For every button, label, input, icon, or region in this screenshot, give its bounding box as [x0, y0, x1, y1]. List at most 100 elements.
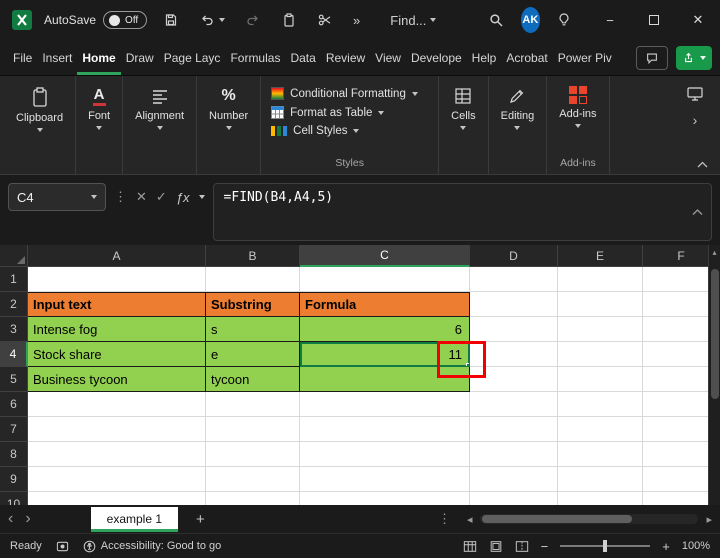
cell-E4[interactable]	[558, 342, 643, 367]
alignment-button[interactable]: Alignment	[131, 84, 188, 132]
cell-E3[interactable]	[558, 317, 643, 342]
row-header-5[interactable]: 5	[0, 367, 28, 392]
tab-help[interactable]: Help	[467, 40, 502, 75]
row-header-4[interactable]: 4	[0, 342, 28, 367]
cell-E9[interactable]	[558, 467, 643, 492]
cell-B5[interactable]: tycoon	[206, 367, 300, 392]
cell-B8[interactable]	[206, 442, 300, 467]
macro-record-button[interactable]	[56, 540, 69, 553]
clipboard-button[interactable]: Clipboard	[12, 84, 67, 134]
insert-function-button[interactable]: ƒx	[176, 190, 190, 205]
cell-D9[interactable]	[470, 467, 558, 492]
cell-A5[interactable]: Business tycoon	[28, 367, 206, 392]
excel-logo-icon[interactable]	[12, 10, 32, 30]
cell-D10[interactable]	[470, 492, 558, 505]
addins-button[interactable]: Add-ins	[555, 84, 600, 130]
analyze-data-icon[interactable]	[686, 86, 704, 102]
column-header-A[interactable]: A	[28, 245, 206, 267]
format-as-table-button[interactable]: Format as Table	[269, 103, 386, 122]
number-button[interactable]: % Number	[205, 84, 252, 132]
next-sheet-button[interactable]: ›	[25, 511, 30, 527]
prev-sheet-button[interactable]: ‹	[8, 511, 13, 527]
undo-dropdown-caret[interactable]	[219, 18, 225, 22]
cell-E2[interactable]	[558, 292, 643, 317]
autosave-toggle[interactable]: AutoSave Off	[44, 11, 147, 29]
cell-C9[interactable]	[300, 467, 470, 492]
expand-formula-bar-button[interactable]	[692, 209, 703, 216]
minimize-button[interactable]: −	[588, 0, 632, 40]
conditional-formatting-button[interactable]: Conditional Formatting	[269, 84, 420, 103]
cells-button[interactable]: Cells	[447, 84, 479, 132]
maximize-button[interactable]	[632, 0, 676, 40]
cell-B6[interactable]	[206, 392, 300, 417]
cancel-entry-button[interactable]: ✕	[136, 189, 147, 205]
tab-formulas[interactable]: Formulas	[225, 40, 285, 75]
sheet-options-icon[interactable]: ⋮	[438, 511, 459, 527]
zoom-in-button[interactable]: +	[662, 539, 670, 554]
row-header-9[interactable]: 9	[0, 467, 28, 492]
cell-E7[interactable]	[558, 417, 643, 442]
confirm-entry-button[interactable]: ✓	[156, 189, 167, 205]
collapse-ribbon-button[interactable]	[697, 161, 708, 168]
lightbulb-button[interactable]	[552, 8, 576, 32]
scroll-up-icon[interactable]: ▴	[709, 245, 720, 261]
avatar[interactable]: AK	[521, 7, 540, 33]
cell-B7[interactable]	[206, 417, 300, 442]
tab-developer[interactable]: Develope	[406, 40, 467, 75]
tab-file[interactable]: File	[8, 40, 37, 75]
row-header-6[interactable]: 6	[0, 392, 28, 417]
cell-B4[interactable]: e	[206, 342, 300, 367]
tab-power-pivot[interactable]: Power Piv	[553, 40, 617, 75]
cell-D7[interactable]	[470, 417, 558, 442]
column-header-D[interactable]: D	[470, 245, 558, 267]
vertical-scrollbar-thumb[interactable]	[711, 269, 719, 399]
cell-D3[interactable]	[470, 317, 558, 342]
cell-E1[interactable]	[558, 267, 643, 292]
paste-button[interactable]	[277, 8, 301, 32]
row-header-3[interactable]: 3	[0, 317, 28, 342]
save-button[interactable]	[159, 8, 183, 32]
cell-C8[interactable]	[300, 442, 470, 467]
tab-review[interactable]: Review	[321, 40, 370, 75]
cell-C3[interactable]: 6	[300, 317, 470, 342]
tab-data[interactable]: Data	[285, 40, 320, 75]
drag-handle-icon[interactable]: ⋮	[114, 189, 127, 205]
cell-E10[interactable]	[558, 492, 643, 505]
zoom-out-button[interactable]: −	[541, 539, 549, 554]
cell-B10[interactable]	[206, 492, 300, 505]
page-break-view-icon[interactable]	[515, 540, 529, 553]
editing-button[interactable]: Editing	[497, 84, 539, 132]
column-header-E[interactable]: E	[558, 245, 643, 267]
scroll-right-icon[interactable]: ▸	[706, 513, 712, 526]
cell-B3[interactable]: s	[206, 317, 300, 342]
horizontal-scrollbar[interactable]	[480, 514, 698, 524]
row-header-8[interactable]: 8	[0, 442, 28, 467]
tab-home[interactable]: Home	[77, 40, 120, 75]
cell-C7[interactable]	[300, 417, 470, 442]
share-button[interactable]	[676, 46, 712, 70]
name-box[interactable]: C4	[8, 183, 106, 211]
ribbon-scroll-right-icon[interactable]: ›	[693, 112, 698, 128]
close-button[interactable]: ✕	[676, 0, 720, 40]
tab-page-layout[interactable]: Page Layc	[159, 40, 226, 75]
autosave-switch[interactable]: Off	[103, 11, 147, 29]
cell-D2[interactable]	[470, 292, 558, 317]
page-layout-view-icon[interactable]	[489, 540, 503, 553]
find-dropdown[interactable]: Find...	[386, 9, 440, 32]
redo-button[interactable]	[241, 8, 265, 32]
cell-E6[interactable]	[558, 392, 643, 417]
cell-A10[interactable]	[28, 492, 206, 505]
add-sheet-button[interactable]: +	[190, 511, 211, 528]
undo-button[interactable]	[195, 8, 229, 32]
cell-B2[interactable]: Substring	[206, 292, 300, 317]
cut-button[interactable]	[313, 8, 337, 32]
cell-C6[interactable]	[300, 392, 470, 417]
cell-E8[interactable]	[558, 442, 643, 467]
zoom-level[interactable]: 100%	[682, 540, 710, 552]
scroll-left-icon[interactable]: ◂	[467, 513, 473, 526]
cell-C2[interactable]: Formula	[300, 292, 470, 317]
quick-access-overflow[interactable]: »	[349, 9, 364, 32]
cell-A3[interactable]: Intense fog	[28, 317, 206, 342]
normal-view-icon[interactable]	[463, 540, 477, 553]
cell-A6[interactable]	[28, 392, 206, 417]
